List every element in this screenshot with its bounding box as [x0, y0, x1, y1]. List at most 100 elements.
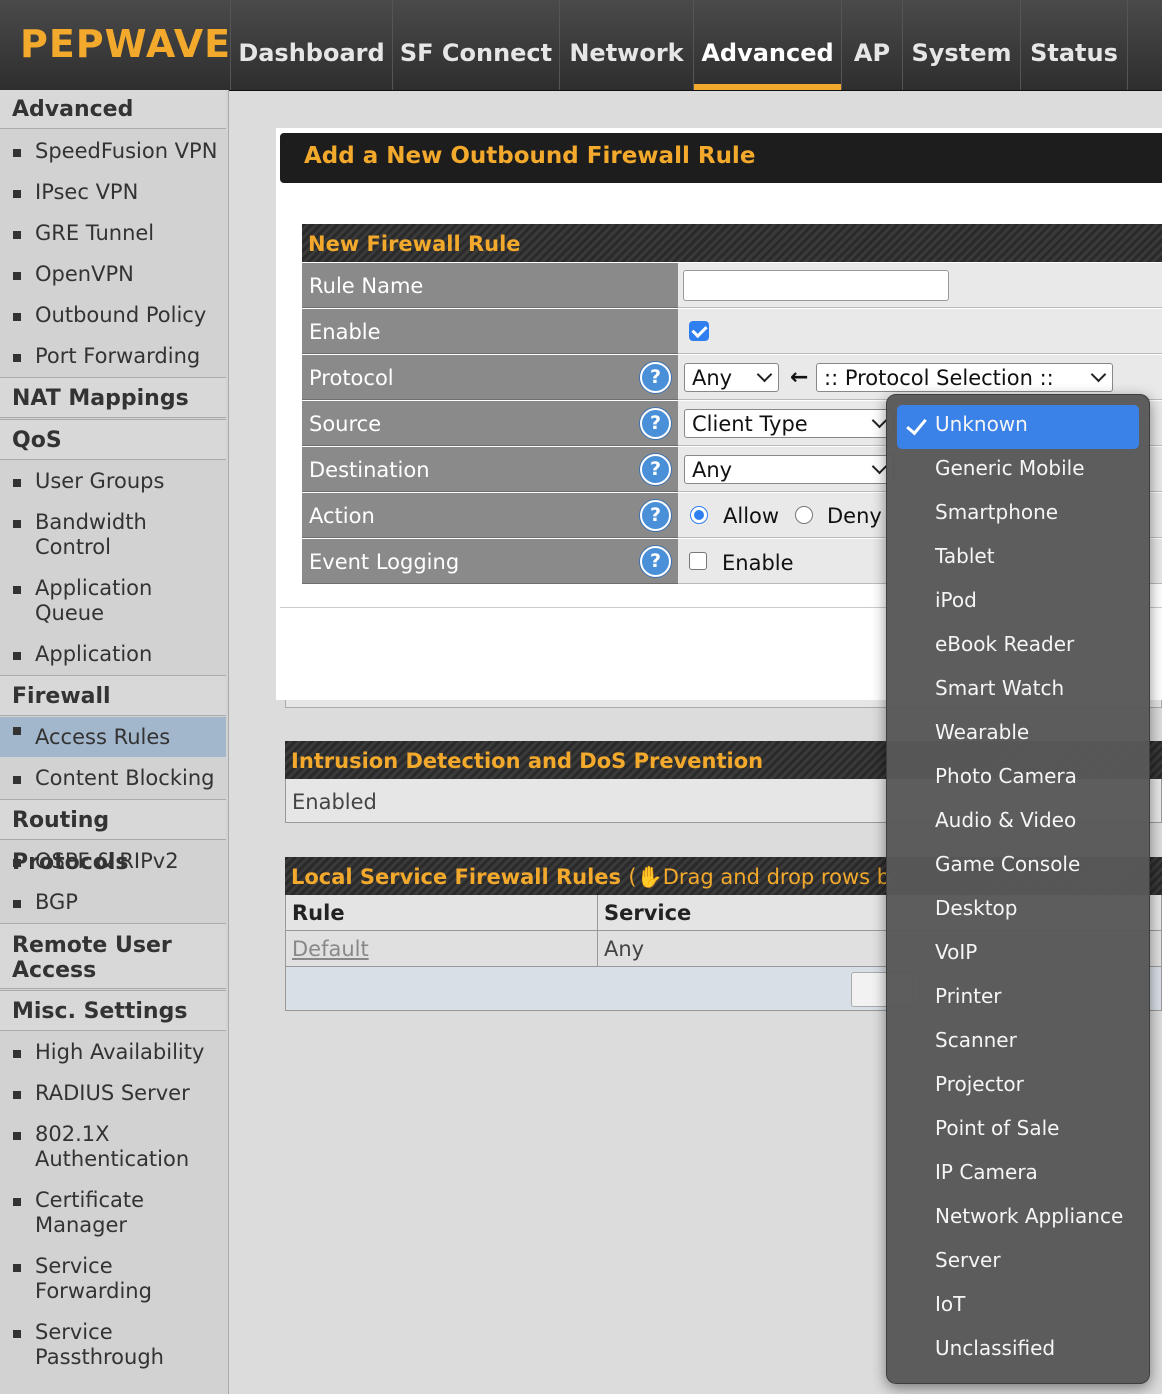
sidebar-item-application[interactable]: Application: [0, 642, 226, 667]
local-service-title: Local Service Firewall Rules: [291, 865, 622, 889]
chevron-down-icon: [871, 412, 888, 429]
protocol-select[interactable]: Any: [684, 363, 779, 392]
dropdown-option-projector[interactable]: Projector: [935, 1072, 1024, 1096]
sidebar-heading-remote-user-access[interactable]: Remote User Access: [0, 923, 226, 989]
help-icon[interactable]: ?: [640, 362, 671, 393]
protocol-selection-select[interactable]: :: Protocol Selection ::: [816, 363, 1113, 392]
dropdown-option-audio-video[interactable]: Audio & Video: [935, 808, 1076, 832]
sidebar-item-outbound-policy[interactable]: Outbound Policy: [0, 303, 226, 328]
dropdown-option-tablet[interactable]: Tablet: [935, 544, 995, 568]
allow-radio[interactable]: [690, 506, 708, 524]
dropdown-option-network-appliance[interactable]: Network Appliance: [935, 1204, 1123, 1228]
sidebar-item-service-forwarding[interactable]: Service Forwarding: [0, 1254, 190, 1304]
tab-status[interactable]: Status: [1020, 0, 1128, 90]
dropdown-option-unknown[interactable]: Unknown: [935, 412, 1028, 436]
label-event-logging: Event Logging ?: [302, 539, 678, 584]
label-rule-name: Rule Name: [302, 263, 678, 308]
sidebar-heading-routing-protocols[interactable]: Routing Protocols: [0, 799, 226, 875]
dropdown-option-ipod[interactable]: iPod: [935, 588, 977, 612]
tab-system[interactable]: System: [902, 0, 1020, 90]
event-logging-checkbox[interactable]: [689, 552, 707, 570]
help-icon[interactable]: ?: [640, 408, 671, 439]
source-type-select[interactable]: Client Type: [684, 409, 894, 438]
sidebar-item-ipsec-vpn[interactable]: IPsec VPN: [0, 180, 226, 205]
dropdown-option-generic-mobile[interactable]: Generic Mobile: [935, 456, 1085, 480]
sidebar-item-radius-server[interactable]: RADIUS Server: [0, 1081, 226, 1106]
sidebar-heading-firewall[interactable]: Firewall: [0, 675, 226, 716]
sidebar-item-access-rules[interactable]: Access Rules: [0, 717, 226, 757]
dropdown-option-photo-camera[interactable]: Photo Camera: [935, 764, 1077, 788]
tab-advanced[interactable]: Advanced: [693, 0, 841, 90]
destination-select-value: Any: [692, 458, 733, 482]
help-icon[interactable]: ?: [640, 546, 671, 577]
deny-label: Deny: [827, 504, 882, 528]
help-icon[interactable]: ?: [640, 454, 671, 485]
dropdown-option-desktop[interactable]: Desktop: [935, 896, 1017, 920]
dropdown-option-scanner[interactable]: Scanner: [935, 1028, 1017, 1052]
default-rule-link[interactable]: Default: [292, 937, 369, 961]
sidebar-item-bgp[interactable]: BGP: [0, 890, 226, 915]
dropdown-option-voip[interactable]: VoIP: [935, 940, 977, 964]
dropdown-option-wearable[interactable]: Wearable: [935, 720, 1029, 744]
top-navigation-bar: PEPWAVE Dashboard SF Connect Network Adv…: [0, 0, 1162, 91]
allow-label: Allow: [723, 504, 780, 528]
sidebar-item-openvpn[interactable]: OpenVPN: [0, 262, 226, 287]
sidebar-item-content-blocking[interactable]: Content Blocking: [0, 766, 226, 791]
dropdown-option-ip-camera[interactable]: IP Camera: [935, 1160, 1038, 1184]
sidebar-heading-nat-mappings[interactable]: NAT Mappings: [0, 377, 226, 418]
sidebar: Advanced SpeedFusion VPN IPsec VPN GRE T…: [0, 90, 229, 1394]
sidebar-item-bandwidth-control[interactable]: Bandwidth Control: [0, 510, 200, 560]
dropdown-option-game-console[interactable]: Game Console: [935, 852, 1080, 876]
label-destination: Destination ?: [302, 447, 678, 492]
table-row: Default: [285, 931, 598, 966]
sidebar-item-speedfusion-vpn[interactable]: SpeedFusion VPN: [0, 139, 226, 164]
dropdown-option-unclassified[interactable]: Unclassified: [935, 1336, 1055, 1360]
sidebar-item-user-groups[interactable]: User Groups: [0, 469, 226, 494]
tab-network[interactable]: Network: [559, 0, 693, 90]
sidebar-item-port-forwarding[interactable]: Port Forwarding: [0, 344, 226, 369]
sidebar-heading-misc-settings[interactable]: Misc. Settings: [0, 990, 226, 1031]
chevron-down-icon: [756, 366, 773, 383]
sidebar-item-gre-tunnel[interactable]: GRE Tunnel: [0, 221, 226, 246]
arrow-left-icon: ←: [790, 365, 809, 390]
section-header-new-firewall-rule: New Firewall Rule: [302, 224, 1162, 262]
sidebar-item-service-passthrough[interactable]: Service Passthrough: [0, 1320, 190, 1370]
protocol-label-text: Protocol: [309, 366, 394, 390]
pepwave-logo: PEPWAVE: [20, 22, 232, 66]
hand-drag-icon: ✋: [636, 865, 663, 889]
source-type-value: Client Type: [692, 412, 808, 436]
sidebar-item-application-queue[interactable]: Application Queue: [0, 576, 200, 626]
sidebar-item-certificate-manager[interactable]: Certificate Manager: [0, 1188, 190, 1238]
tab-dashboard[interactable]: Dashboard: [230, 0, 392, 90]
dropdown-option-smartphone[interactable]: Smartphone: [935, 500, 1058, 524]
sidebar-item-high-availability[interactable]: High Availability: [0, 1040, 226, 1065]
client-type-dropdown-menu: Unknown Generic Mobile Smartphone Tablet…: [886, 394, 1150, 1384]
sidebar-item-8021x-authentication[interactable]: 802.1X Authentication: [0, 1122, 200, 1172]
dropdown-option-server[interactable]: Server: [935, 1248, 1001, 1272]
chevron-down-icon: [1090, 366, 1107, 383]
dialog-title-bar: Add a New Outbound Firewall Rule: [280, 133, 1162, 183]
enable-checkbox[interactable]: [689, 321, 709, 341]
dropdown-option-ebook-reader[interactable]: eBook Reader: [935, 632, 1074, 656]
label-source: Source ?: [302, 401, 678, 446]
sidebar-heading-advanced[interactable]: Advanced: [0, 90, 226, 129]
check-mark-icon: [691, 321, 708, 339]
protocol-selection-value: :: Protocol Selection ::: [824, 366, 1054, 390]
label-protocol: Protocol ?: [302, 355, 678, 400]
sidebar-item-ospf-ripv2[interactable]: OSPF & RIPv2: [0, 849, 226, 874]
event-logging-enable-label: Enable: [722, 551, 794, 575]
rule-name-input[interactable]: [683, 270, 949, 301]
destination-label-text: Destination: [309, 458, 430, 482]
dropdown-option-point-of-sale[interactable]: Point of Sale: [935, 1116, 1059, 1140]
dropdown-option-printer[interactable]: Printer: [935, 984, 1002, 1008]
drag-drop-hint: Drag and drop rows b: [662, 865, 891, 889]
deny-radio[interactable]: [795, 506, 813, 524]
tab-ap[interactable]: AP: [841, 0, 902, 90]
radio-dot: [694, 510, 704, 520]
destination-select[interactable]: Any: [684, 455, 894, 484]
tab-sf-connect[interactable]: SF Connect: [392, 0, 559, 90]
dropdown-option-iot[interactable]: IoT: [935, 1292, 965, 1316]
help-icon[interactable]: ?: [640, 500, 671, 531]
dropdown-option-smart-watch[interactable]: Smart Watch: [935, 676, 1064, 700]
sidebar-heading-qos[interactable]: QoS: [0, 419, 226, 460]
